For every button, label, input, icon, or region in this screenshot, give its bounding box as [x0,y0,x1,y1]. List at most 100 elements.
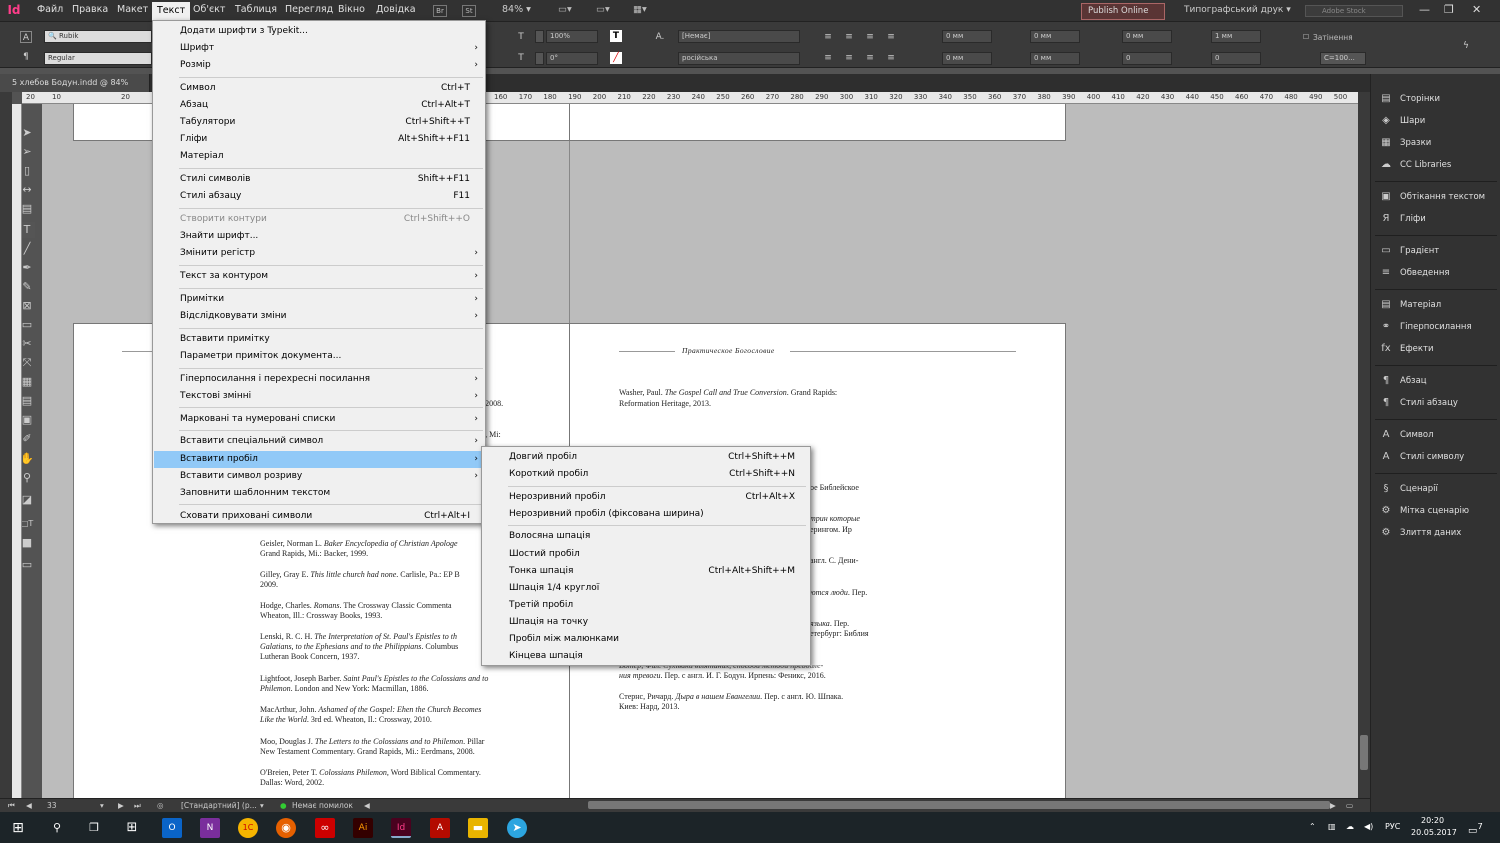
scroll-right-icon[interactable]: ▶ [1330,801,1336,810]
vertical-scrollbar[interactable] [1358,92,1370,798]
shading-color-field[interactable]: C=100... [1320,52,1366,65]
menu-item[interactable]: Третій пробіл [483,597,811,614]
menu-window[interactable]: Вікно [338,4,365,15]
open-page-icon[interactable]: ◎ [157,801,164,810]
no-stroke-icon[interactable]: ╱ [610,52,622,64]
notifications-icon[interactable]: ▭7 [1468,821,1483,836]
language-indicator[interactable]: РУС [1385,822,1400,831]
menu-item[interactable]: Табулятори Ctrl+Shift++T [154,114,486,131]
menu-item[interactable]: Шостий пробіл [483,546,811,563]
drop-cap-chars-field[interactable]: 0 [1211,52,1261,65]
menu-item[interactable]: Короткий пробіл Ctrl+Shift++N [483,466,811,483]
base-style-field[interactable]: [Стандартний] (р... [181,801,257,810]
justify-center-icon[interactable]: ≡ [843,52,855,64]
menu-item[interactable]: Змінити регістр › [154,245,486,262]
align-right-icon[interactable]: ≡ [864,31,876,43]
menu-item[interactable]: Кінцева шпація [483,648,811,665]
screen-mode-icon[interactable]: ▭▾ [596,4,610,15]
menu-item[interactable]: Вставити примітку [154,331,486,348]
menu-item[interactable]: Текстові змінні › [154,388,486,405]
menu-item[interactable]: Нерозривний пробіл Ctrl+Alt+X [483,489,811,506]
align-towards-spine-icon[interactable]: ≡ [885,31,897,43]
menu-edit[interactable]: Правка [72,4,108,15]
menu-file[interactable]: Файл [37,4,63,15]
panel-item[interactable]: § Сценарії [1379,480,1497,498]
publish-online-button[interactable]: Publish Online [1081,3,1165,20]
document-tab[interactable]: 5 хлебов Бодун.indd @ 84% × [0,74,150,105]
space-after-field[interactable]: 1 мм [1211,30,1261,43]
next-page-icon[interactable]: ▶ [118,801,124,810]
panel-item[interactable]: ⚙ Злиття даних [1379,524,1497,542]
panel-item[interactable]: fx Ефекти [1379,340,1497,358]
windows-start-icon[interactable]: ⊞ [8,818,28,838]
bridge-button[interactable]: Br [433,5,447,17]
menu-table[interactable]: Таблиця [235,4,277,15]
menu-item[interactable]: Створити контури Ctrl+Shift++O [154,211,486,228]
acrobat-icon[interactable]: A [430,818,450,838]
menu-item[interactable]: Довгий пробіл Ctrl+Shift++M [483,449,811,466]
menu-item[interactable]: Марковані та нумеровані списки › [154,411,486,428]
volume-icon[interactable]: ◀) [1364,822,1373,831]
panel-item[interactable]: ▤ Матеріал [1379,296,1497,314]
drop-cap-lines-field[interactable]: 0 [1122,52,1172,65]
menu-item[interactable]: Сховати приховані символи Ctrl+Alt+I [154,508,486,525]
panel-item[interactable]: ▦ Зразки [1379,134,1497,152]
panel-item[interactable]: ¶ Стилі абзацу [1379,394,1497,412]
1c-icon[interactable]: 1С [238,818,258,838]
menu-item[interactable]: Абзац Ctrl+Alt+T [154,97,486,114]
paragraph-mode-icon[interactable]: ¶ [20,51,32,63]
prev-page-icon[interactable]: ◀ [26,801,32,810]
menu-item[interactable]: Заповнити шаблонним текстом [154,485,486,502]
align-left-icon[interactable]: ≡ [822,31,834,43]
menu-item[interactable]: Шпація 1/4 круглої [483,580,811,597]
menu-item[interactable]: Гіперпосилання і перехресні посилання › [154,371,486,388]
panel-item[interactable]: A Стилі символу [1379,448,1497,466]
menu-item[interactable]: Нерозривний пробіл (фіксована ширина) [483,506,811,523]
split-layout-icon[interactable]: ▭ [1346,801,1353,810]
last-page-icon[interactable]: ⏭ [134,801,141,811]
zoom-level[interactable]: 84% ▾ [502,4,531,15]
outlook-icon[interactable]: O [162,818,182,838]
menu-item[interactable]: Гліфи Alt+Shift++F11 [154,131,486,148]
menu-layout[interactable]: Макет [117,4,148,15]
menu-item[interactable]: Примітки › [154,291,486,308]
font-family-field[interactable]: 🔍 Rubik [44,30,152,43]
panel-item[interactable]: ¶ Абзац [1379,372,1497,390]
scale-stepper[interactable] [535,30,544,43]
store-icon[interactable]: ⊞ [122,818,142,838]
illustrator-icon[interactable]: Ai [353,818,373,838]
text-fill-icon[interactable]: T [610,30,622,42]
font-style-field[interactable]: Regular [44,52,152,65]
menu-item[interactable]: Пробіл між малюнками [483,631,811,648]
menu-item[interactable]: Волосяна шпація [483,528,811,545]
menu-item[interactable]: Параметри приміток документа... [154,348,486,365]
menu-help[interactable]: Довідка [376,4,416,15]
menu-text[interactable]: Текст [152,2,191,22]
file-explorer-icon[interactable]: ▬ [468,818,488,838]
menu-item[interactable]: Розмір › [154,57,486,74]
menu-item[interactable]: Шпація на точку [483,614,811,631]
view-options-icon[interactable]: ▭▾ [558,4,572,15]
page-dropdown-icon[interactable]: ▾ [100,801,104,810]
menu-item[interactable]: Текст за контуром › [154,268,486,285]
last-line-indent-field[interactable]: 0 мм [1030,52,1080,65]
menu-item[interactable]: Знайти шрифт... [154,228,486,245]
close-button[interactable]: ✕ [1472,3,1481,16]
clock-time[interactable]: 20:20 [1421,816,1444,825]
menu-item[interactable]: Додати шрифти з Typekit... [154,23,486,40]
clock-date[interactable]: 20.05.2017 [1411,828,1457,837]
first-page-icon[interactable]: ⏮ [8,801,15,811]
creative-cloud-icon[interactable]: ∞ [315,818,335,838]
skew-field[interactable]: 0° [546,52,598,65]
skew-stepper[interactable] [535,52,544,65]
menu-item[interactable]: Відслідковувати зміни › [154,308,486,325]
task-view-icon[interactable]: ❐ [84,818,104,838]
panel-item[interactable]: A Символ [1379,426,1497,444]
panel-item[interactable]: ⚭ Гіперпосилання [1379,318,1497,336]
align-center-icon[interactable]: ≡ [843,31,855,43]
panel-item[interactable]: ☁ CC Libraries [1379,156,1497,174]
onenote-icon[interactable]: N [200,818,220,838]
minimize-button[interactable]: — [1419,3,1430,16]
first-line-indent-field[interactable]: 0 мм [942,52,992,65]
panel-item[interactable]: ▣ Обтікання текстом [1379,188,1497,206]
